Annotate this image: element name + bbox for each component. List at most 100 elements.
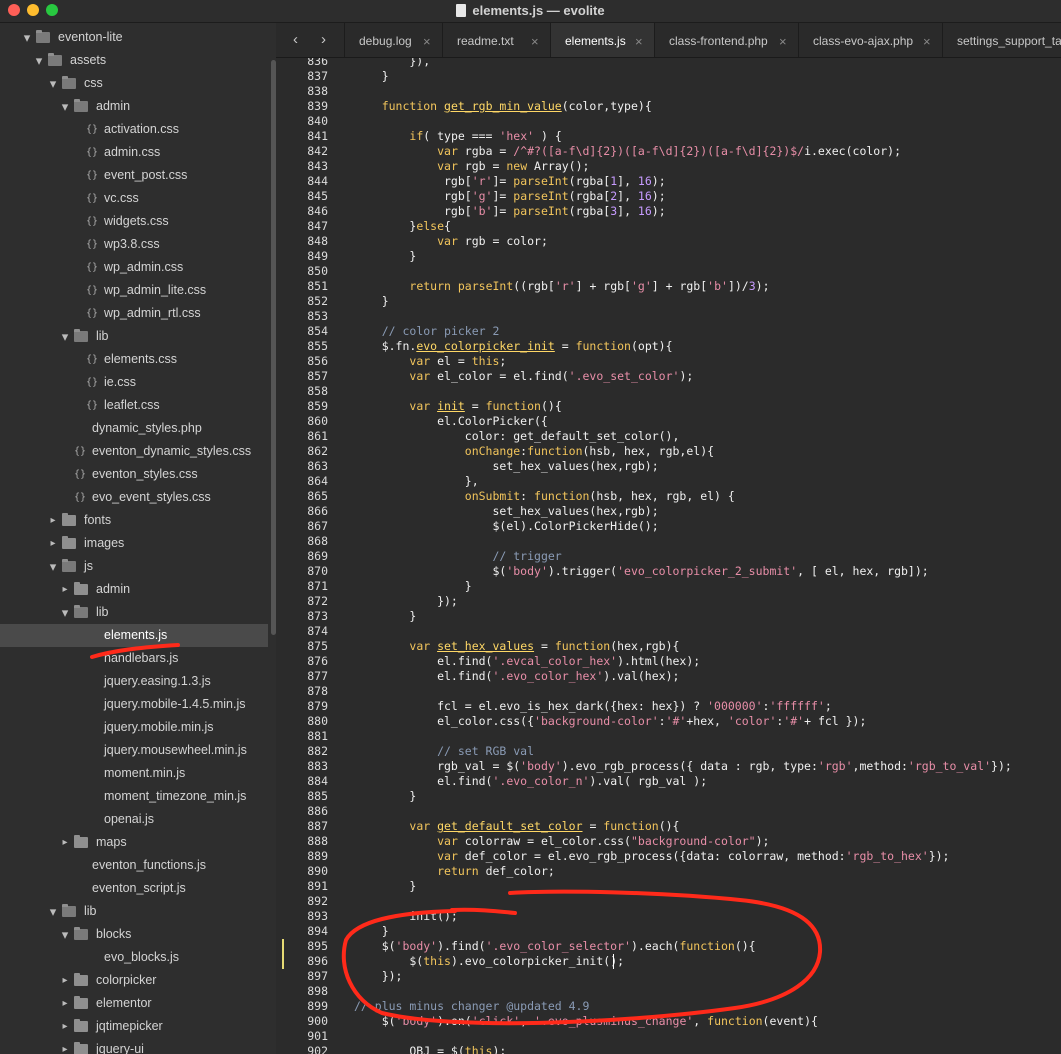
chevron-down-icon[interactable]: ▾ <box>34 49 44 72</box>
code-line[interactable]: return parseInt((rgb['r'] + rgb['g'] + r… <box>354 279 769 294</box>
tab-elements-js[interactable]: elements.js × <box>550 23 655 57</box>
tree-row[interactable]: ▸ maps <box>0 831 268 854</box>
tree-row[interactable]: jquery.mobile-1.4.5.min.js <box>0 693 268 716</box>
tree-row[interactable]: {} elements.css <box>0 348 268 371</box>
code-line[interactable]: } <box>354 69 389 84</box>
close-icon[interactable]: × <box>923 23 931 57</box>
tree-row[interactable]: jquery.mousewheel.min.js <box>0 739 268 762</box>
chevron-right-icon[interactable]: ▸ <box>60 1038 70 1054</box>
tree-row[interactable]: ▸ jquery-ui <box>0 1038 268 1054</box>
tree-row[interactable]: {} vc.css <box>0 187 268 210</box>
tree-row[interactable]: jquery.mobile.min.js <box>0 716 268 739</box>
chevron-right-icon[interactable]: ▸ <box>48 509 58 532</box>
code-line[interactable]: // color picker 2 <box>354 324 500 339</box>
chevron-down-icon[interactable]: ▾ <box>60 923 70 946</box>
code-line[interactable]: // plus minus changer @updated 4.9 <box>354 999 589 1014</box>
tree-row[interactable]: ▾ assets <box>0 49 268 72</box>
code-line[interactable]: el.find('.evo_color_hex').val(hex); <box>354 669 679 684</box>
tree-row[interactable]: ▸ admin <box>0 578 268 601</box>
code-line[interactable]: var el_color = el.find('.evo_set_color')… <box>354 369 693 384</box>
close-icon[interactable]: × <box>531 23 539 57</box>
tree-row[interactable]: {} wp_admin.css <box>0 256 268 279</box>
close-icon[interactable]: × <box>779 23 787 57</box>
tree-row[interactable]: ▾ lib <box>0 900 268 923</box>
tree-row[interactable]: ▾ admin <box>0 95 268 118</box>
code-line[interactable]: } <box>354 879 416 894</box>
code-line[interactable]: }); <box>354 969 403 984</box>
code-line[interactable]: onChange:function(hsb, hex, rgb,el){ <box>354 444 714 459</box>
tree-row[interactable]: {} wp3.8.css <box>0 233 268 256</box>
tree-row[interactable]: eventon_functions.js <box>0 854 268 877</box>
code-line[interactable]: rgb['g']= parseInt(rgba[2], 16); <box>354 189 666 204</box>
tree-row[interactable]: {} wp_admin_lite.css <box>0 279 268 302</box>
code-line[interactable]: var init = function(){ <box>354 399 561 414</box>
code-line[interactable]: $(el).ColorPickerHide(); <box>354 519 658 534</box>
tree-row[interactable]: ▾ js <box>0 555 268 578</box>
nav-forward-icon[interactable]: › <box>321 31 326 48</box>
chevron-right-icon[interactable]: ▸ <box>60 969 70 992</box>
close-icon[interactable]: × <box>423 23 431 57</box>
chevron-right-icon[interactable]: ▸ <box>60 1015 70 1038</box>
tree-row[interactable]: {} eventon_dynamic_styles.css <box>0 440 268 463</box>
code-line[interactable]: }, <box>354 474 479 489</box>
code-line[interactable]: onSubmit: function(hsb, hex, rgb, el) { <box>354 489 735 504</box>
tree-row[interactable]: {} activation.css <box>0 118 268 141</box>
tree-row[interactable]: ▸ elementor <box>0 992 268 1015</box>
code-line[interactable]: $('body').find('.evo_color_selector').ea… <box>354 939 756 954</box>
tree-row[interactable]: moment.min.js <box>0 762 268 785</box>
code-line[interactable]: var set_hex_values = function(hex,rgb){ <box>354 639 679 654</box>
tree-row[interactable]: ▾ lib <box>0 601 268 624</box>
tree-row[interactable]: evo_blocks.js <box>0 946 268 969</box>
code-line[interactable]: fcl = el.evo_is_hex_dark({hex: hex}) ? '… <box>354 699 832 714</box>
tree-row[interactable]: {} event_post.css <box>0 164 268 187</box>
code-line[interactable]: el.find('.evcal_color_hex').html(hex); <box>354 654 700 669</box>
code-line[interactable]: set_hex_values(hex,rgb); <box>354 504 658 519</box>
tree-row[interactable]: {} ie.css <box>0 371 268 394</box>
code-line[interactable]: return def_color; <box>354 864 555 879</box>
chevron-right-icon[interactable]: ▸ <box>60 831 70 854</box>
chevron-down-icon[interactable]: ▾ <box>60 601 70 624</box>
chevron-down-icon[interactable]: ▾ <box>60 95 70 118</box>
code-line[interactable]: var rgba = /^#?([a-f\d]{2})([a-f\d]{2})(… <box>354 144 901 159</box>
tree-row[interactable]: {} eventon_styles.css <box>0 463 268 486</box>
tree-row[interactable]: {} evo_event_styles.css <box>0 486 268 509</box>
tab-settings-support-ta[interactable]: settings_support_ta <box>942 23 1061 57</box>
tree-row[interactable]: eventon_script.js <box>0 877 268 900</box>
code-line[interactable]: rgb_val = $('body').evo_rgb_process({ da… <box>354 759 1012 774</box>
chevron-right-icon[interactable]: ▸ <box>60 992 70 1015</box>
tree-row[interactable]: elements.js <box>0 624 268 647</box>
code-line[interactable]: function get_rgb_min_value(color,type){ <box>354 99 652 114</box>
tree-row[interactable]: ▸ jqtimepicker <box>0 1015 268 1038</box>
code-line[interactable]: var get_default_set_color = function(){ <box>354 819 679 834</box>
code-line[interactable]: el_color.css({'background-color':'#'+hex… <box>354 714 866 729</box>
code-line[interactable]: }else{ <box>354 219 451 234</box>
tree-row[interactable]: ▾ eventon-lite <box>0 26 268 49</box>
chevron-down-icon[interactable]: ▾ <box>60 325 70 348</box>
tree-row[interactable]: openai.js <box>0 808 268 831</box>
code-line[interactable]: init(); <box>354 909 457 924</box>
tab-class-evo-ajax-php[interactable]: class-evo-ajax.php × <box>798 23 943 57</box>
code-line[interactable]: // trigger <box>354 549 561 564</box>
nav-back-icon[interactable]: ‹ <box>293 31 298 48</box>
code-line[interactable]: color: get_default_set_color(), <box>354 429 680 444</box>
code-line[interactable]: }); <box>354 594 458 609</box>
tab-readme-txt[interactable]: readme.txt × <box>442 23 551 57</box>
code-line[interactable]: var def_color = el.evo_rgb_process({data… <box>354 849 949 864</box>
code-line[interactable]: } <box>354 249 416 264</box>
code-line[interactable]: $.fn.evo_colorpicker_init = function(opt… <box>354 339 673 354</box>
chevron-right-icon[interactable]: ▸ <box>48 532 58 555</box>
code-line[interactable]: } <box>354 294 389 309</box>
tree-row[interactable]: jquery.easing.1.3.js <box>0 670 268 693</box>
code-line[interactable]: var rgb = color; <box>354 234 548 249</box>
tree-row[interactable]: ▾ lib <box>0 325 268 348</box>
tree-row[interactable]: ▾ css <box>0 72 268 95</box>
chevron-right-icon[interactable]: ▸ <box>60 578 70 601</box>
tab-debug-log[interactable]: debug.log × <box>344 23 443 57</box>
tree-row[interactable]: {} wp_admin_rtl.css <box>0 302 268 325</box>
tree-row[interactable]: ▸ images <box>0 532 268 555</box>
code-line[interactable]: } <box>354 579 472 594</box>
code-line[interactable]: } <box>354 924 389 939</box>
code-line[interactable]: el.find('.evo_color_n').val( rgb_val ); <box>354 774 707 789</box>
code-line[interactable]: var colorraw = el_color.css("background-… <box>354 834 769 849</box>
code-line[interactable]: var rgb = new Array(); <box>354 159 589 174</box>
